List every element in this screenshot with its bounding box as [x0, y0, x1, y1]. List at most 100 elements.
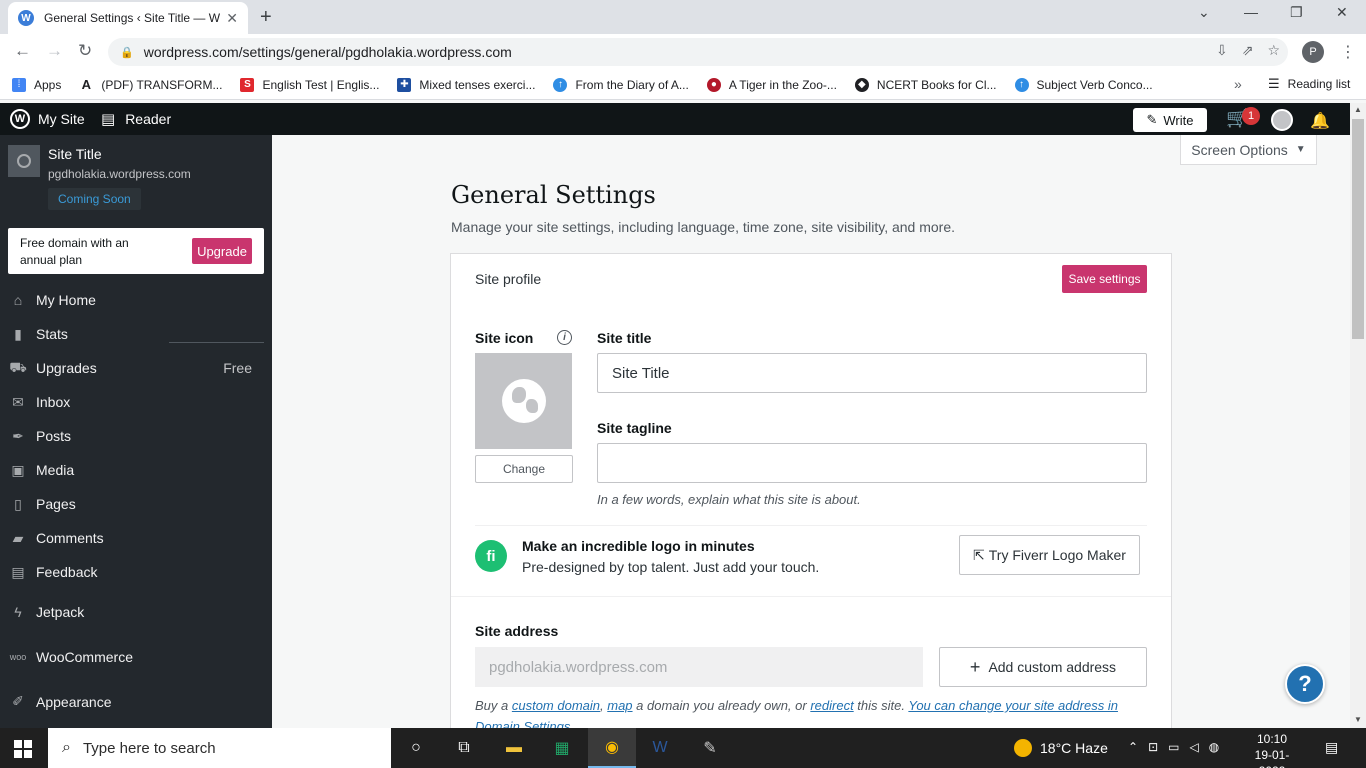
- free-badge: Free: [223, 360, 252, 376]
- scroll-down-icon[interactable]: ▼: [1354, 715, 1362, 724]
- close-window-icon[interactable]: ✕: [1336, 4, 1348, 21]
- bookmark-item[interactable]: ● A Tiger in the Zoo-...: [706, 77, 837, 92]
- screen-options-button[interactable]: Screen Options ▼: [1180, 135, 1317, 165]
- taskbar-search[interactable]: ⌕ Type here to search: [48, 728, 391, 768]
- minimize-icon[interactable]: —: [1244, 4, 1258, 20]
- info-icon[interactable]: i: [557, 330, 572, 345]
- bookmark-item[interactable]: A (PDF) TRANSFORM...: [79, 77, 222, 92]
- bookmark-item[interactable]: ◆ NCERT Books for Cl...: [854, 77, 997, 92]
- volume-icon[interactable]: ◁: [1189, 740, 1198, 754]
- cart-icon: ⛟: [9, 358, 27, 375]
- more-bookmarks-icon[interactable]: »: [1234, 76, 1242, 92]
- chrome-menu-icon[interactable]: ⋮: [1340, 42, 1356, 62]
- tab-title: General Settings ‹ Site Title — W: [44, 11, 221, 25]
- weather-sun-icon: [1014, 739, 1032, 757]
- bookmark-star-icon[interactable]: ☆: [1267, 42, 1280, 59]
- sidebar-item-stats[interactable]: ▮ Stats: [0, 317, 272, 351]
- add-custom-address-button[interactable]: + Add custom address: [939, 647, 1147, 687]
- paint-icon[interactable]: ✎: [686, 728, 734, 768]
- tray-chevron-icon[interactable]: ⌃: [1128, 740, 1138, 754]
- help-button[interactable]: ?: [1285, 664, 1325, 704]
- my-site-button[interactable]: W My Site: [10, 103, 85, 135]
- sidebar-item-label: My Home: [36, 292, 96, 308]
- sidebar-item-media[interactable]: ▣ Media: [0, 453, 272, 487]
- site-tagline-input[interactable]: [597, 443, 1147, 483]
- bookmark-item[interactable]: ✚ Mixed tenses exerci...: [397, 77, 535, 92]
- share-icon[interactable]: ⇗: [1242, 42, 1254, 59]
- sidebar-item-posts[interactable]: ✒ Posts: [0, 419, 272, 453]
- bookmark-label: Apps: [34, 77, 62, 92]
- write-button[interactable]: ✎ Write: [1133, 108, 1207, 132]
- close-tab-icon[interactable]: ✕: [226, 10, 238, 27]
- forward-icon[interactable]: →: [46, 41, 63, 61]
- mail-icon: ✉: [12, 393, 24, 410]
- notifications-icon[interactable]: ▤: [1325, 739, 1338, 756]
- cortana-icon[interactable]: ○: [392, 728, 440, 768]
- address-bar[interactable]: 🔒 wordpress.com/settings/general/pgdhola…: [108, 38, 1288, 66]
- site-title-input[interactable]: Site Title: [597, 353, 1147, 393]
- browser-tab-strip: W General Settings ‹ Site Title — W ✕ + …: [0, 0, 1366, 34]
- profile-avatar[interactable]: P: [1302, 41, 1324, 63]
- excel-icon[interactable]: ▦: [538, 728, 586, 768]
- bookmark-item[interactable]: S English Test | Englis...: [240, 77, 379, 92]
- sidebar-item-label: Inbox: [36, 394, 71, 410]
- install-icon[interactable]: ⇩: [1216, 42, 1228, 59]
- taskbar-clock[interactable]: 10:10 19-01-2022: [1242, 731, 1302, 768]
- windows-start-icon[interactable]: [14, 740, 32, 758]
- word-icon[interactable]: W: [636, 728, 684, 768]
- notifications-bell-icon[interactable]: 🔔: [1310, 111, 1330, 131]
- taskbar-search-placeholder: Type here to search: [82, 739, 216, 757]
- task-view-icon[interactable]: ⧉: [440, 728, 488, 768]
- sidebar-item-woocommerce[interactable]: woo WooCommerce: [0, 634, 272, 679]
- custom-domain-link[interactable]: custom domain: [512, 698, 600, 713]
- redirect-link[interactable]: redirect: [810, 698, 853, 713]
- battery-icon[interactable]: ▭: [1168, 740, 1179, 754]
- back-icon[interactable]: ←: [14, 41, 31, 61]
- sidebar-item-my-home[interactable]: ⌂ My Home: [0, 283, 272, 317]
- page-scrollbar[interactable]: ▲ ▼: [1350, 103, 1366, 728]
- bookmark-label: NCERT Books for Cl...: [876, 77, 997, 92]
- page-subtitle: Manage your site settings, including lan…: [451, 219, 956, 235]
- chrome-icon[interactable]: ◉: [588, 728, 636, 768]
- bookmark-item[interactable]: ⁞ Apps: [12, 77, 62, 92]
- network-icon[interactable]: ◍: [1209, 740, 1219, 754]
- upgrade-button[interactable]: Upgrade: [192, 238, 252, 264]
- scroll-up-icon[interactable]: ▲: [1354, 105, 1362, 114]
- file-explorer-icon[interactable]: ▬: [490, 728, 538, 768]
- new-tab-icon[interactable]: +: [260, 6, 272, 29]
- sidebar-item-pages[interactable]: ▯ Pages: [0, 487, 272, 521]
- save-settings-button[interactable]: Save settings: [1062, 265, 1147, 293]
- map-link[interactable]: map: [607, 698, 632, 713]
- bookmark-item[interactable]: ↑ From the Diary of A...: [553, 77, 689, 92]
- sidebar-item-feedback[interactable]: ▤ Feedback: [0, 555, 272, 589]
- upsell-banner[interactable]: Free domain with an annual plan Upgrade: [8, 228, 264, 274]
- pencil-icon: ✎: [1146, 112, 1158, 127]
- reading-list-button[interactable]: ☰ Reading list: [1268, 76, 1350, 92]
- sidebar-item-label: Pages: [36, 496, 76, 512]
- site-icon-preview[interactable]: [475, 353, 572, 449]
- tab-search-chevron-icon[interactable]: ⌄: [1198, 4, 1210, 21]
- user-avatar[interactable]: [1271, 109, 1293, 131]
- try-fiverr-button[interactable]: ⇱ Try Fiverr Logo Maker: [959, 535, 1140, 575]
- bookmark-label: A Tiger in the Zoo-...: [728, 77, 837, 92]
- bookmark-label: Subject Verb Conco...: [1036, 77, 1153, 92]
- weather-widget[interactable]: 18°C Haze: [1014, 728, 1108, 768]
- fiverr-title: Make an incredible logo in minutes: [522, 538, 755, 554]
- reader-button[interactable]: ▤ Reader: [101, 103, 171, 135]
- search-icon: ⌕: [62, 739, 71, 756]
- divider: [451, 596, 1171, 597]
- reading-list-icon: ☰: [1268, 76, 1280, 91]
- bookmark-item[interactable]: ↑ Subject Verb Conco...: [1014, 77, 1153, 92]
- site-address-input: pgdholakia.wordpress.com: [475, 647, 923, 687]
- change-icon-button[interactable]: Change: [475, 455, 573, 483]
- browser-tab[interactable]: W General Settings ‹ Site Title — W ✕: [8, 2, 248, 34]
- sidebar-item-jetpack[interactable]: ϟ Jetpack: [0, 589, 272, 634]
- sidebar-item-comments[interactable]: ▰ Comments: [0, 521, 272, 555]
- scroll-thumb[interactable]: [1352, 119, 1364, 339]
- sidebar-item-inbox[interactable]: ✉ Inbox: [0, 385, 272, 419]
- meet-now-icon[interactable]: ⊡: [1148, 740, 1158, 754]
- sidebar-item-appearance[interactable]: ✐ Appearance: [0, 679, 272, 724]
- restore-icon[interactable]: ❐: [1290, 4, 1303, 21]
- reload-icon[interactable]: ↻: [78, 41, 92, 61]
- sidebar-item-upgrades[interactable]: ⛟ Upgrades Free: [0, 351, 272, 385]
